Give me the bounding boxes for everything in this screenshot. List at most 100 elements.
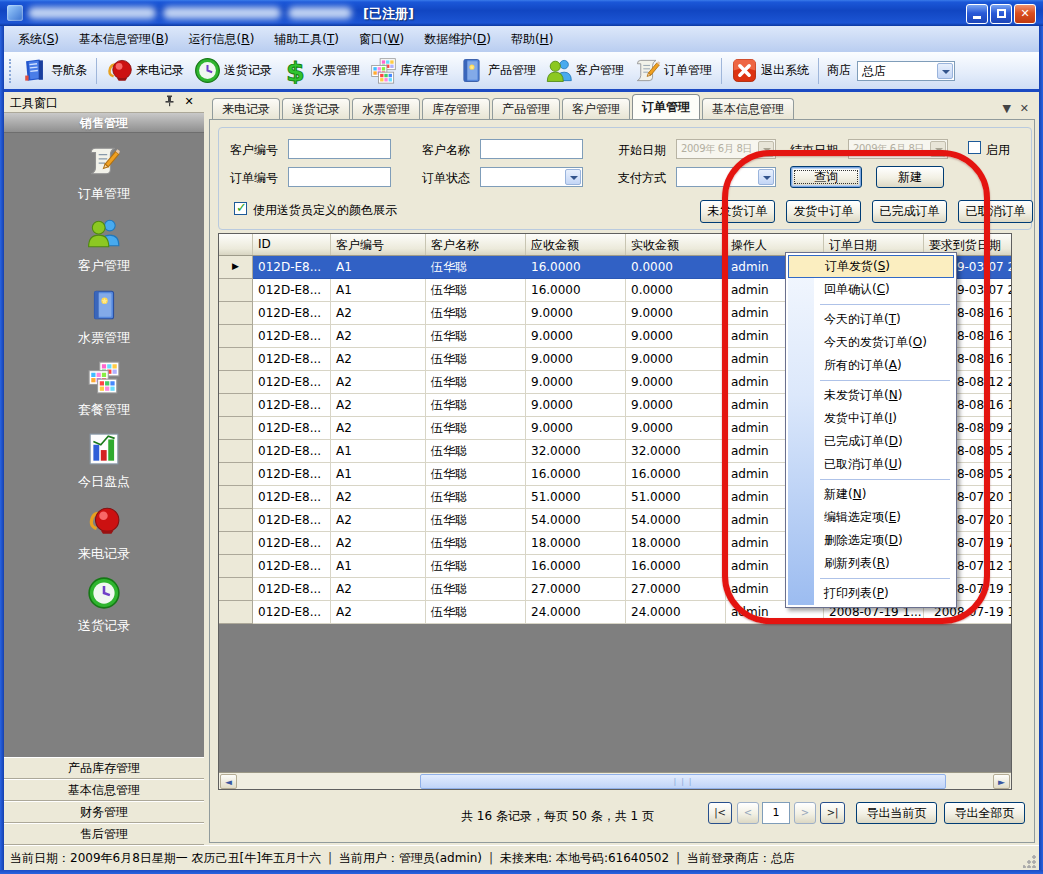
row-selector[interactable] bbox=[219, 417, 253, 440]
tab-6[interactable]: 客户管理 bbox=[562, 98, 630, 119]
sidebar-group-1[interactable]: 产品库存管理 bbox=[4, 757, 204, 779]
page-number-input[interactable]: 1 bbox=[762, 802, 790, 824]
cell: 54.0000 bbox=[526, 509, 626, 532]
cell: 012D-E8... bbox=[253, 417, 331, 440]
toolbar-button-8[interactable]: 订单管理 bbox=[629, 54, 717, 87]
customer-name-input[interactable] bbox=[480, 139, 583, 159]
row-selector[interactable] bbox=[219, 279, 253, 302]
prev-page-button[interactable]: < bbox=[737, 802, 759, 824]
tab-close-icon[interactable]: ✕ bbox=[1020, 102, 1029, 115]
toolbar-button-label: 产品管理 bbox=[488, 62, 536, 79]
row-selector[interactable] bbox=[219, 578, 253, 601]
window-frame-right bbox=[1039, 0, 1043, 874]
menu-item-4[interactable]: 辅助工具(T) bbox=[264, 27, 349, 52]
row-selector[interactable] bbox=[219, 486, 253, 509]
column-header-5[interactable]: 实收金额 bbox=[626, 234, 726, 255]
order-status-select[interactable] bbox=[480, 167, 583, 187]
last-page-button[interactable]: >| bbox=[820, 802, 845, 824]
enable-date-checkbox[interactable] bbox=[968, 141, 981, 154]
row-selector[interactable] bbox=[219, 394, 253, 417]
tab-5[interactable]: 产品管理 bbox=[492, 98, 560, 119]
sidebar-item-customers[interactable]: 客户管理 bbox=[78, 216, 130, 275]
row-selector[interactable] bbox=[219, 440, 253, 463]
export-all-pages-button[interactable]: 导出全部页 bbox=[944, 802, 1025, 824]
toolbar-button-3[interactable]: 送货记录 bbox=[189, 54, 277, 87]
toolbar-button-label: 客户管理 bbox=[576, 62, 624, 79]
cell: 54.0000 bbox=[626, 509, 726, 532]
menu-item-5[interactable]: 窗口(W) bbox=[349, 27, 414, 52]
customer-no-input[interactable] bbox=[288, 139, 391, 159]
shop-label: 商店 bbox=[827, 62, 851, 79]
cell: 16.0000 bbox=[626, 463, 726, 486]
row-selector[interactable] bbox=[219, 348, 253, 371]
sidebar-group-3[interactable]: 财务管理 bbox=[4, 801, 204, 823]
row-selector-header bbox=[219, 234, 253, 255]
pin-icon[interactable] bbox=[162, 95, 176, 109]
sidebar-item-bell[interactable]: 来电记录 bbox=[78, 504, 130, 563]
scroll-left-arrow[interactable]: ◄ bbox=[220, 774, 237, 789]
toolbar-button-2[interactable]: 来电记录 bbox=[101, 54, 189, 87]
cell: 伍华聪 bbox=[426, 555, 526, 578]
tab-3[interactable]: 水票管理 bbox=[352, 98, 420, 119]
toolbar-button-9[interactable]: 退出系统 bbox=[726, 54, 814, 87]
tab-2[interactable]: 送货记录 bbox=[282, 98, 350, 119]
sidebar-item-order[interactable]: 订单管理 bbox=[78, 144, 130, 203]
row-selector[interactable] bbox=[219, 463, 253, 486]
menu-item-6[interactable]: 数据维护(D) bbox=[414, 27, 501, 52]
row-selector[interactable] bbox=[219, 555, 253, 578]
tab-4[interactable]: 库存管理 bbox=[422, 98, 490, 119]
sidebar-item-grid[interactable]: 套餐管理 bbox=[78, 360, 130, 419]
first-page-button[interactable]: |< bbox=[708, 802, 732, 824]
maximize-button[interactable] bbox=[990, 4, 1012, 24]
tab-8[interactable]: 基本信息管理 bbox=[702, 98, 794, 119]
column-header-4[interactable]: 应收金额 bbox=[526, 234, 626, 255]
tab-7[interactable]: 订单管理 bbox=[632, 94, 700, 119]
menu-item-7[interactable]: 帮助(H) bbox=[501, 27, 563, 52]
export-current-page-button[interactable]: 导出当前页 bbox=[856, 802, 937, 824]
horizontal-scrollbar[interactable]: ◄ ► bbox=[219, 772, 1011, 789]
row-selector[interactable] bbox=[219, 302, 253, 325]
toolbar-button-7[interactable]: 客户管理 bbox=[541, 54, 629, 87]
tab-scroll-icon[interactable]: ▼ bbox=[1003, 102, 1011, 115]
cell: 伍华聪 bbox=[426, 394, 526, 417]
order-status-arrow-icon bbox=[565, 169, 581, 185]
column-header-3[interactable]: 客户名称 bbox=[426, 234, 526, 255]
close-button[interactable]: ✕ bbox=[1014, 4, 1036, 24]
sidebar-item-chart[interactable]: 今日盘点 bbox=[78, 432, 130, 491]
row-selector[interactable] bbox=[219, 601, 253, 624]
row-selector[interactable]: ▶ bbox=[219, 256, 253, 279]
row-selector[interactable] bbox=[219, 371, 253, 394]
toolbar-button-6[interactable]: 产品管理 bbox=[453, 54, 541, 87]
scrollbar-thumb[interactable] bbox=[420, 774, 946, 789]
cell: 32.0000 bbox=[626, 440, 726, 463]
scroll-right-arrow[interactable]: ► bbox=[993, 774, 1010, 789]
toolbar-button-5[interactable]: 库存管理 bbox=[365, 54, 453, 87]
row-selector[interactable] bbox=[219, 325, 253, 348]
minimize-button[interactable] bbox=[966, 4, 988, 24]
tab-1[interactable]: 来电记录 bbox=[212, 98, 280, 119]
cell: 伍华聪 bbox=[426, 463, 526, 486]
sidebar-group-4[interactable]: 售后管理 bbox=[4, 823, 204, 845]
color-display-checkbox[interactable] bbox=[234, 202, 247, 215]
resize-grip[interactable] bbox=[1023, 854, 1037, 868]
shop-select[interactable]: 总店 bbox=[857, 61, 955, 81]
order-no-input[interactable] bbox=[288, 167, 391, 187]
sidebar-close-icon[interactable]: ✕ bbox=[182, 95, 196, 109]
toolbar-button-1[interactable]: 导航条 bbox=[16, 54, 92, 87]
sidebar-item-clock[interactable]: 送货记录 bbox=[78, 576, 130, 635]
cell: 0.0000 bbox=[626, 279, 726, 302]
menu-item-2[interactable]: 基本信息管理(B) bbox=[69, 27, 179, 52]
column-header-2[interactable]: 客户编号 bbox=[331, 234, 426, 255]
sidebar-group-2[interactable]: 基本信息管理 bbox=[4, 779, 204, 801]
sidebar-item-product[interactable]: 水票管理 bbox=[78, 288, 130, 347]
menu-item-1[interactable]: 系统(S) bbox=[8, 27, 69, 52]
next-page-button[interactable]: > bbox=[794, 802, 816, 824]
row-selector[interactable] bbox=[219, 532, 253, 555]
toolbar-button-4[interactable]: $水票管理 bbox=[277, 54, 365, 87]
cell: 012D-E8... bbox=[253, 348, 331, 371]
column-header-1[interactable]: ID bbox=[253, 234, 331, 255]
toolbar-divider bbox=[4, 89, 1039, 92]
menu-item-3[interactable]: 运行信息(R) bbox=[179, 27, 265, 52]
order-icon bbox=[634, 57, 661, 84]
row-selector[interactable] bbox=[219, 509, 253, 532]
